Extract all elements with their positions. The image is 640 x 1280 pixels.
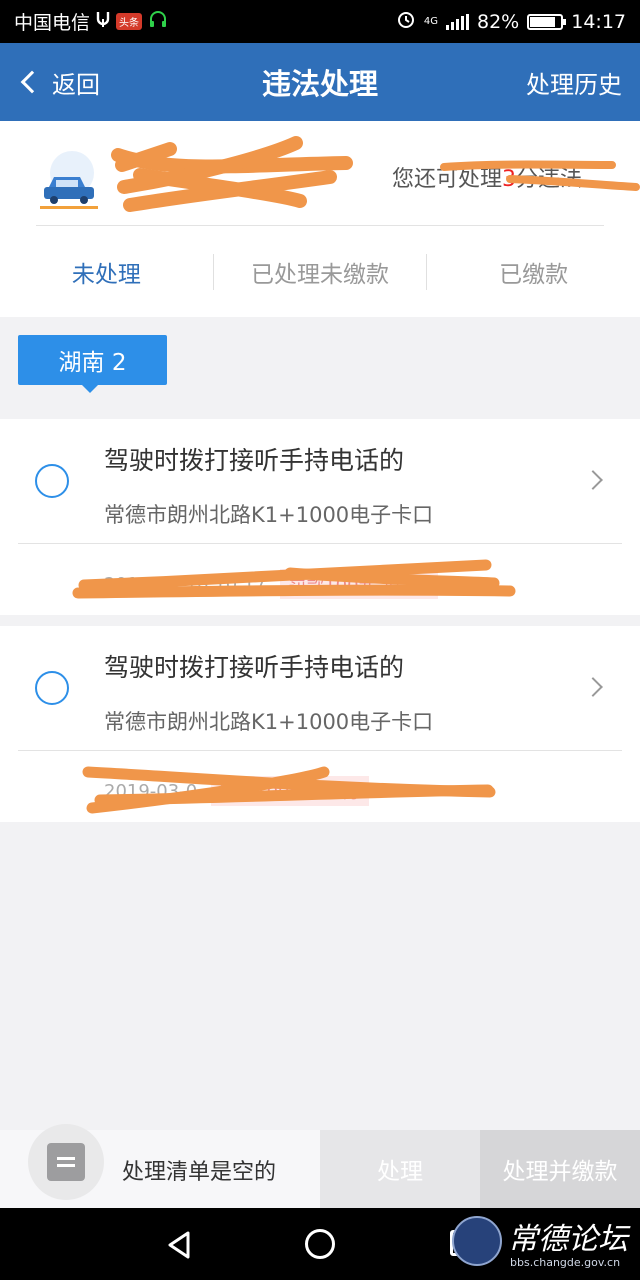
status-bar: 中国电信 头条 4G 82% 14:17: [0, 0, 640, 43]
forum-watermark: 常德论坛 bbs.changde.gov.cn: [452, 1212, 638, 1276]
nav-home-icon[interactable]: [305, 1229, 335, 1259]
process-and-pay-button[interactable]: 处理并缴款: [480, 1130, 640, 1208]
list-icon: [47, 1143, 85, 1181]
select-radio[interactable]: [35, 464, 69, 498]
forum-logo: [452, 1216, 502, 1266]
empty-list-text: 处理清单是空的: [122, 1160, 277, 1185]
violation-card[interactable]: 驾驶时拨打接听手持电话的 常德市朗州北路K1+1000电子卡口 2019-03-…: [0, 626, 640, 822]
clock: 14:17: [571, 10, 626, 33]
car-icon: [40, 151, 98, 209]
violation-datetime: 2019-03-0: [104, 780, 198, 802]
tab-processed-unpaid[interactable]: 已处理未缴款: [214, 255, 427, 289]
violation-location: 常德市朗州北路K1+1000电子卡口: [104, 503, 434, 527]
remaining-suffix: 分违法: [516, 167, 583, 192]
vehicle-panel: 您还可处理3分违法 未处理 已处理未缴款 已缴款: [0, 121, 640, 317]
carrier-label: 中国电信: [14, 12, 91, 34]
remaining-prefix: 您还可处理: [392, 167, 503, 192]
violation-title: 驾驶时拨打接听手持电话的: [104, 653, 405, 682]
remaining-points-text: 您还可处理3分违法: [392, 161, 582, 193]
card-divider: [18, 750, 622, 751]
signal-icon: [446, 13, 469, 30]
back-label: 返回: [52, 70, 100, 99]
penalty-tag: 罚款100元 记2分: [211, 776, 369, 806]
usb-icon: [96, 10, 110, 33]
tab-unprocessed[interactable]: 未处理: [0, 255, 213, 289]
chevron-left-icon: [20, 70, 44, 94]
violation-meta: 2019-03-10 10:17 罚款100元 记2分: [104, 569, 438, 599]
select-radio[interactable]: [35, 671, 69, 705]
plate-redaction: [111, 136, 353, 212]
violation-datetime: 2019-03-10 10:17: [104, 573, 267, 595]
back-button[interactable]: 返回: [0, 65, 100, 100]
vehicle-divider: [36, 225, 604, 226]
battery-fill: [530, 16, 556, 27]
process-list-button[interactable]: [28, 1124, 104, 1200]
plate-chip[interactable]: 湖南 2: [18, 335, 167, 393]
battery-icon: [527, 13, 567, 30]
watermark-url: bbs.changde.gov.cn: [510, 1256, 621, 1269]
history-button[interactable]: 处理历史: [526, 65, 640, 100]
violation-location: 常德市朗州北路K1+1000电子卡口: [104, 710, 434, 734]
network-type-label: 4G: [423, 15, 438, 27]
violation-title: 驾驶时拨打接听手持电话的: [104, 446, 405, 475]
penalty-tag: 罚款100元 记2分: [280, 569, 438, 599]
alarm-icon: [396, 9, 416, 34]
nav-back-icon[interactable]: [166, 1230, 192, 1260]
news-app-badge: 头条: [116, 13, 143, 30]
remaining-number: 3: [502, 167, 517, 192]
tab-paid[interactable]: 已缴款: [427, 255, 640, 289]
violation-meta: 2019-03-0 罚款100元 记2分: [104, 776, 369, 806]
watermark-title: 常德论坛: [508, 1222, 628, 1257]
card-divider: [18, 543, 622, 544]
app-header: 返回 违法处理 处理历史: [0, 43, 640, 121]
action-bar: 处理清单是空的 处理 处理并缴款: [0, 1124, 640, 1208]
chevron-right-icon: [583, 470, 603, 490]
battery-percent: 82%: [477, 10, 520, 33]
status-tabs: 未处理 已处理未缴款 已缴款: [0, 227, 640, 317]
headset-icon: [148, 9, 168, 34]
chevron-right-icon: [583, 677, 603, 697]
violation-card[interactable]: 驾驶时拨打接听手持电话的 常德市朗州北路K1+1000电子卡口 2019-03-…: [0, 419, 640, 615]
process-button[interactable]: 处理: [320, 1130, 480, 1208]
